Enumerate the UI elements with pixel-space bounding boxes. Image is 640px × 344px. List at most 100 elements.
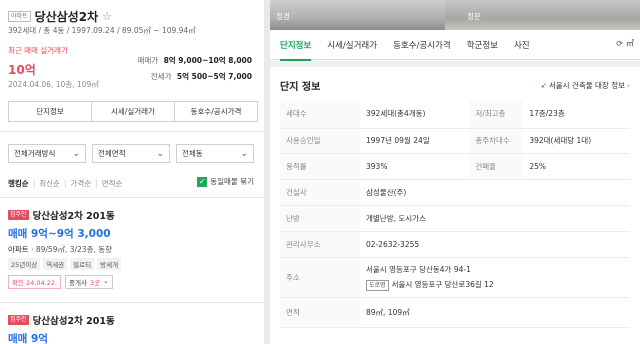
cell-key: 난방 (280, 205, 360, 232)
chevron-down-icon: ⌄ (240, 148, 248, 159)
cell-key: 건설사 (280, 179, 360, 206)
listing-title-row: 집주인 당산삼성2차 201동 (8, 208, 258, 222)
sort-options: 랭킹순 | 최신순 | 가격순 | 면적순 (8, 178, 123, 189)
agent-count-button[interactable]: 중개사 3곳 ⌄ (65, 275, 113, 289)
cell-value: 삼성물산(주) (360, 179, 630, 206)
recent-price-label: 최근 매매 실거래가 (8, 46, 68, 55)
jeonse-price-row: 전세가 5억 500~5억 7,000 (151, 71, 252, 82)
seoul-logo-icon: ➶ (540, 81, 547, 90)
listing-type: 아파트 (8, 245, 29, 254)
cell-key: 세대수 (280, 100, 360, 129)
tag: 방세개 (97, 258, 122, 270)
tab-complex-info[interactable]: 단지정보 (280, 30, 312, 61)
listing-detail: · 89/59㎡, 3/23층, 동향 (28, 245, 113, 254)
tab-market-price[interactable]: 시세/실거래가 (91, 101, 175, 122)
cell-value: 393% (360, 153, 470, 180)
chevron-down-icon: ⌄ (156, 148, 164, 159)
chevron-down-icon: ⌄ (103, 277, 109, 285)
trade-type-select[interactable]: 전체거래방식 ⌄ (8, 144, 86, 163)
photo-label: 정문 (467, 12, 481, 21)
sale-price-value: 8억 9,000~10억 8,000 (163, 56, 252, 65)
cell-key: 건폐율 (469, 153, 524, 180)
building-registry-link[interactable]: ➶ 서울시 건축물 대장 정보 › (541, 80, 630, 91)
road-name-badge: 도로명 (366, 279, 389, 291)
recent-price: 10억 (8, 63, 36, 77)
tab-complex-info[interactable]: 단지정보 (8, 101, 92, 122)
agent-label: 중개사 (69, 279, 87, 287)
building-value: 전체동 (182, 149, 203, 158)
listing-title-row: 집주인 당산삼성2차 201동 (8, 313, 258, 327)
same-listing-toggle[interactable]: ✓ 동일매물 묶기 (197, 176, 254, 187)
unit-toggle-button[interactable]: ⟳ ㎡ (616, 38, 634, 49)
cell-key: 저/최고층 (469, 100, 524, 129)
building-registry-label: 서울시 건축물 대장 정보 (548, 81, 625, 90)
complex-tabs: 단지정보 시세/실거래가 동호수/공시가격 (8, 101, 258, 122)
chevron-down-icon: ⌄ (72, 148, 80, 159)
listing-item[interactable]: 집주인 당산삼성2차 201동 매매 9억~9억 3,000 아파트 · 89/… (8, 208, 258, 289)
divider (0, 302, 264, 303)
listing-item[interactable]: 집주인 당산삼성2차 201동 매매 9억 (8, 313, 258, 344)
building-select[interactable]: 전체동 ⌄ (176, 144, 254, 163)
photo-strip[interactable]: 정경 정문 (270, 0, 640, 30)
app-root: 아파트 당산삼성2차 ☆ 392세대 / 총 4동 / 1997.09.24 /… (0, 0, 640, 344)
address-cell: 서울시 영등포구 당산동4가 94-1 도로명 서울시 영등포구 당산로36길 1… (360, 257, 630, 298)
cell-value: 17층/23층 (523, 100, 630, 129)
table-row: 난방 개별난방, 도시가스 (280, 205, 630, 232)
cell-value: 02-2632-3255 (360, 231, 630, 258)
tag: 역세권 (43, 258, 68, 270)
agent-count: 3곳 (90, 279, 101, 287)
detail-tabs: 단지정보 시세/실거래가 동호수/공시가격 학군정보 사진 (270, 30, 640, 61)
detail-panel: 정경 정문 단지정보 시세/실거래가 동호수/공시가격 학군정보 사진 ⟳ ㎡ … (270, 0, 640, 344)
listing-spec: 아파트 · 89/59㎡, 3/23층, 동향 (8, 244, 258, 255)
confirm-date-badge: 확인 24.04.22. (8, 275, 62, 289)
listing-panel: 아파트 당산삼성2차 ☆ 392세대 / 총 4동 / 1997.09.24 /… (0, 0, 264, 344)
road-address: 서울시 영등포구 당산로36길 12 (391, 279, 494, 289)
section-gap (270, 61, 640, 67)
lot-address: 서울시 영등포구 당산동4가 94-1 (366, 264, 471, 274)
sort-price[interactable]: 가격순 (70, 178, 91, 189)
cell-value: 개별난방, 도시가스 (360, 205, 630, 232)
tab-photos[interactable]: 사진 (514, 30, 530, 60)
filter-bar: 전체거래방식 ⌄ 전체면적 ⌄ 전체동 ⌄ (8, 144, 254, 163)
table-row: 면적 89㎡, 109㎡ (280, 297, 630, 328)
table-row: 주소 서울시 영등포구 당산동4가 94-1 도로명 서울시 영등포구 당산로36… (280, 257, 630, 298)
tag: 25년이상 (8, 258, 41, 270)
unit-label: ㎡ (626, 39, 634, 48)
owner-badge: 집주인 (8, 315, 29, 325)
cell-key: 총주차대수 (469, 128, 524, 154)
tag: 필로티 (70, 258, 95, 270)
chevron-right-icon: › (627, 81, 630, 90)
area-select[interactable]: 전체면적 ⌄ (92, 144, 170, 163)
listing-tags: 25년이상 역세권 필로티 방세개 (8, 258, 258, 270)
tab-unit-price[interactable]: 동호수/공시가격 (393, 30, 451, 60)
sort-ranking[interactable]: 랭킹순 (8, 178, 29, 189)
complex-header: 아파트 당산삼성2차 ☆ (8, 8, 112, 25)
tab-unit-price[interactable]: 동호수/공시가격 (174, 101, 258, 122)
refresh-icon: ⟳ (616, 39, 623, 48)
tab-school[interactable]: 학군정보 (467, 30, 498, 60)
road-address-row: 도로명 서울시 영등포구 당산로36길 12 (366, 279, 624, 291)
listing-price: 매매 9억 (8, 333, 48, 344)
same-listing-label: 동일매물 묶기 (210, 177, 254, 186)
favorite-star-icon[interactable]: ☆ (102, 10, 112, 23)
cell-value: 392대(세대당 1대) (523, 128, 630, 154)
area-value: 전체면적 (98, 149, 126, 158)
table-row: 사용승인일 1997년 09월 24일 총주차대수 392대(세대당 1대) (280, 128, 630, 154)
cell-value: 25% (523, 153, 630, 180)
tab-market-price[interactable]: 시세/실거래가 (327, 30, 377, 60)
photo-gate[interactable]: 정문 (445, 0, 640, 30)
cell-key: 관리사무소 (280, 231, 360, 258)
cell-value: 1997년 09월 24일 (360, 128, 470, 154)
photo-exterior[interactable]: 정경 (270, 0, 445, 30)
complex-title: 당산삼성2차 (34, 10, 99, 24)
sale-price-row: 매매가 8억 9,000~10억 8,000 (137, 55, 252, 66)
jeonse-price-label: 전세가 (150, 72, 172, 81)
divider (0, 197, 264, 198)
table-row: 관리사무소 02-2632-3255 (280, 231, 630, 258)
checkbox-checked-icon[interactable]: ✓ (197, 176, 208, 187)
table-row: 건설사 삼성물산(주) (280, 179, 630, 206)
table-row: 세대수 392세대(총4개동) 저/최고층 17층/23층 (280, 100, 630, 129)
listing-name: 당산삼성2차 201동 (32, 316, 115, 327)
sort-area[interactable]: 면적순 (102, 178, 123, 189)
sort-latest[interactable]: 최신순 (39, 178, 60, 189)
